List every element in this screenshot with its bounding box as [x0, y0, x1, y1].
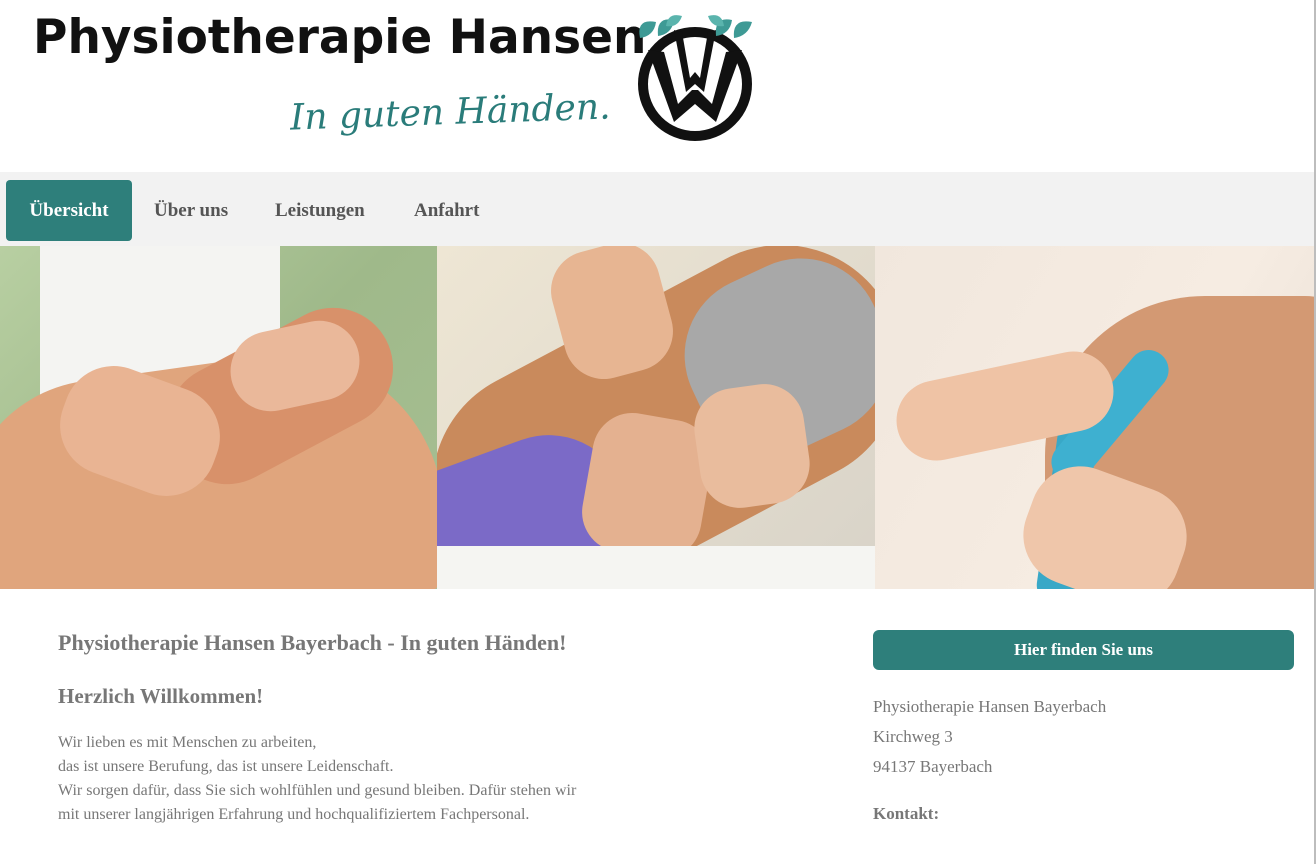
nav-item-leistungen[interactable]: Leistungen — [255, 180, 385, 241]
address-block: Physiotherapie Hansen Bayerbach Kirchweg… — [873, 692, 1294, 782]
main-nav: Übersicht Über uns Leistungen Anfahrt — [0, 172, 1314, 246]
logo-tagline: In guten Händen. — [289, 86, 612, 139]
site-header: Physiotherapie Hansen In guten Händen. — [0, 0, 1314, 160]
address-street: Kirchweg 3 — [873, 727, 953, 746]
intro-line-4: mit unserer langjährigen Erfahrung und h… — [58, 806, 530, 823]
find-us-button[interactable]: Hier finden Sie uns — [873, 630, 1294, 670]
nav-item-uebersicht[interactable]: Übersicht — [6, 180, 132, 241]
address-city: 94137 Bayerbach — [873, 757, 993, 776]
knee-massage-photo — [0, 246, 437, 589]
hands-lotus-logo-icon[interactable] — [628, 12, 762, 142]
intro-line-3: Wir sorgen dafür, dass Sie sich wohlfühl… — [58, 782, 577, 799]
intro-line-2: das ist unsere Berufung, das ist unsere … — [58, 758, 394, 775]
contact-heading: Kontakt: — [873, 804, 940, 823]
sidebar: Hier finden Sie uns Physiotherapie Hanse… — [873, 630, 1294, 824]
welcome-heading: Herzlich Willkommen! — [58, 684, 264, 708]
shoulder-kinesio-tape-photo — [875, 246, 1314, 589]
nav-item-anfahrt[interactable]: Anfahrt — [394, 180, 499, 241]
nav-item-ueber-uns[interactable]: Über uns — [134, 180, 248, 241]
hero-banner — [0, 246, 1314, 589]
logo-title[interactable]: Physiotherapie Hansen — [33, 10, 646, 65]
address-name: Physiotherapie Hansen Bayerbach — [873, 697, 1107, 716]
page-heading: Physiotherapie Hansen Bayerbach - In gut… — [58, 630, 567, 655]
back-massage-photo — [437, 246, 875, 589]
intro-line-1: Wir lieben es mit Menschen zu arbeiten, — [58, 734, 317, 751]
main-content: Physiotherapie Hansen Bayerbach - In gut… — [58, 630, 718, 827]
